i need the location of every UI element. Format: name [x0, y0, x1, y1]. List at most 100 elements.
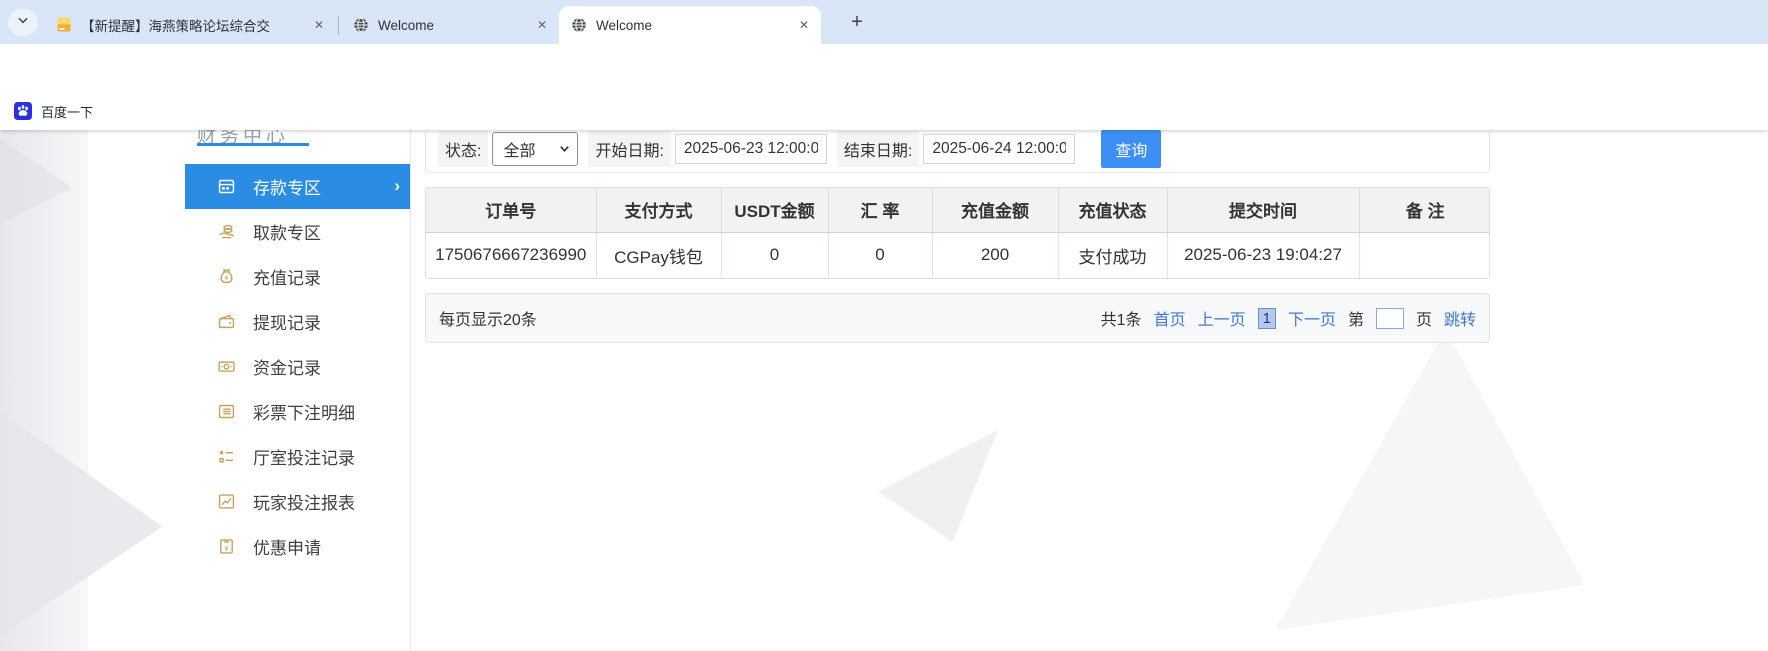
sidebar-item-withdraw[interactable]: 取款专区: [185, 209, 410, 254]
chevron-right-icon: ›: [394, 175, 400, 195]
page-size-text: 每页显示20条: [439, 312, 537, 329]
column-header: 充值状态: [1057, 188, 1167, 233]
sidebar-item-hall-bet-records[interactable]: 厅室投注记录: [185, 434, 410, 479]
sidebar-item-funds-records[interactable]: 资金记录: [185, 344, 410, 389]
pagination-bar: 每页显示20条 共1条 首页 上一页 1 下一页 第 页 跳转: [425, 293, 1490, 343]
tabs: 【新提醒】海燕策略论坛综合交 ✕ Welcome ✕ Welcome ✕: [44, 6, 821, 44]
sidebar-nav: 存款专区 › 取款专区 ¥ 充值记录提现记录资金记录彩票下注明细 厅室投注记录 玩家投注报表…: [185, 164, 410, 569]
decor-triangle: [1275, 330, 1585, 630]
jump-action-link[interactable]: 跳转: [1444, 306, 1476, 330]
deposit-icon: [217, 177, 236, 196]
sidebar-item-label: 取款专区: [253, 224, 321, 243]
end-date-input[interactable]: [923, 133, 1076, 164]
table-row: 1750676667236990 CGPay钱包 0 0 200 支付成功 2025-06-…: [426, 232, 1489, 278]
globe-icon: [571, 17, 587, 33]
svg-text:¥: ¥: [225, 544, 229, 552]
sidebar-item-label: 彩票下注明细: [253, 404, 355, 423]
sidebar-item-player-bet-report[interactable]: 玩家投注报表: [185, 479, 410, 524]
table-cell: 1750676667236990: [426, 232, 596, 278]
sidebar-item-label: 厅室投注记录: [253, 449, 355, 468]
tab-strip: 【新提醒】海燕策略论坛综合交 ✕ Welcome ✕ Welcome ✕ +: [0, 0, 1768, 44]
browser-chrome: 【新提醒】海燕策略论坛综合交 ✕ Welcome ✕ Welcome ✕ + js13.c…: [0, 0, 1768, 130]
jump-prefix-label: 第: [1347, 312, 1364, 329]
sidebar-item-deposit[interactable]: 存款专区 ›: [185, 164, 410, 209]
sidebar-item-recharge-records[interactable]: ¥ 充值记录: [185, 254, 410, 299]
sidebar-item-label: 玩家投注报表: [253, 494, 355, 513]
bookmark-baidu[interactable]: 百度一下: [14, 102, 93, 121]
jump-suffix-label: 页: [1415, 312, 1432, 329]
column-header: 汇 率: [827, 188, 932, 233]
tab-title: Welcome: [378, 17, 435, 33]
current-page-indicator[interactable]: 1: [1257, 307, 1276, 329]
prev-page-link[interactable]: 上一页: [1198, 306, 1246, 330]
baidu-paw-icon: [14, 102, 32, 120]
column-header: USDT金额: [720, 188, 828, 233]
tab-close-icon[interactable]: ✕: [310, 16, 328, 34]
banknote-icon: [217, 357, 236, 376]
forum-favicon-icon: [56, 17, 72, 33]
records-table: 订单号 支付方式 USDT金额汇 率充值金额 充值状态 提交时间备 注 17506766…: [426, 188, 1489, 278]
pagination-controls: 共1条 首页 上一页 1 下一页 第 页 跳转: [1101, 306, 1476, 330]
browser-tab[interactable]: Welcome ✕: [341, 6, 559, 44]
chevron-down-icon: [16, 13, 30, 32]
column-header: 备 注: [1358, 188, 1489, 233]
sidebar-item-lottery-bet-detail[interactable]: 彩票下注明细: [185, 389, 410, 434]
table-cell: 0: [720, 232, 828, 278]
plus-icon: +: [851, 10, 863, 33]
main-content: 状态: 全部 开始日期: 结束日期: 查询 订单号支付方式USDT金额汇: [425, 130, 1490, 343]
svg-text:¥: ¥: [225, 275, 229, 282]
sidebar-heading-underline: [197, 143, 309, 146]
table-header-row: 订单号 支付方式 USDT金额汇 率充值金额 充值状态 提交时间备 注: [426, 188, 1489, 233]
sidebar: 财务中心 存款专区 › 取款专区 ¥ 充值记录提现记录资金记录彩票下注明细 厅室投注记录玩…: [185, 130, 411, 651]
sidebar-heading: 财务中心: [197, 130, 290, 143]
sidebar-item-label: 提现记录: [253, 314, 321, 333]
column-header: 支付方式: [595, 188, 721, 233]
browser-tab[interactable]: 【新提醒】海燕策略论坛综合交 ✕: [44, 6, 336, 44]
sidebar-item-promo-apply[interactable]: ¥ 优惠申请: [185, 524, 410, 569]
records-table-container: 订单号 支付方式 USDT金额汇 率充值金额 充值状态 提交时间备 注 17506766…: [425, 187, 1490, 279]
sidebar-item-withdrawal-records[interactable]: 提现记录: [185, 299, 410, 344]
tab-separator: [338, 15, 339, 35]
table-cell: 支付成功: [1057, 232, 1167, 278]
list-squares-icon: [217, 447, 236, 466]
bookmarks-bar: 百度一下: [0, 92, 1768, 130]
table-cell: CGPay钱包: [595, 232, 721, 278]
status-select[interactable]: 全部: [492, 131, 579, 166]
withdraw-icon: [217, 222, 236, 241]
sidebar-item-label: 充值记录: [253, 269, 321, 288]
column-header: 充值金额: [931, 188, 1058, 233]
moneybag-icon: ¥: [217, 267, 236, 286]
sidebar-heading-clipped: 财务中心: [197, 130, 357, 143]
tab-search-button[interactable]: [8, 9, 38, 36]
browser-tab[interactable]: Welcome ✕: [559, 6, 821, 44]
chart-icon: [217, 492, 236, 511]
new-tab-button[interactable]: +: [845, 10, 869, 34]
tab-title: Welcome: [596, 17, 653, 33]
table-body: 1750676667236990 CGPay钱包 0 0 200 支付成功 2025-06-…: [426, 232, 1489, 278]
start-date-input[interactable]: [674, 133, 827, 164]
browser-toolbar: js13.cc/hhcp/usercenter.html?iniType=2: [0, 44, 1768, 129]
filter-bar: 状态: 全部 开始日期: 结束日期: 查询: [425, 130, 1490, 173]
sidebar-item-label: 资金记录: [253, 359, 321, 378]
first-page-link[interactable]: 首页: [1154, 306, 1186, 330]
browser-window: 【新提醒】海燕策略论坛综合交 ✕ Welcome ✕ Welcome ✕ + js13.c…: [0, 0, 1768, 651]
column-header: 订单号: [426, 188, 596, 233]
globe-icon: [353, 17, 369, 33]
ticket-icon: ¥: [217, 537, 236, 556]
end-date-label: 结束日期:: [836, 130, 920, 167]
page-jump-input[interactable]: [1375, 307, 1404, 329]
table-cell: [1358, 232, 1489, 278]
status-label: 状态:: [438, 130, 489, 167]
select-chevron-icon: [560, 146, 570, 153]
bookmark-label: 百度一下: [41, 104, 94, 120]
table-cell: 0: [827, 232, 932, 278]
tab-close-icon[interactable]: ✕: [533, 16, 551, 34]
next-page-link[interactable]: 下一页: [1288, 306, 1336, 330]
start-date-label: 开始日期:: [588, 130, 671, 167]
table-cell: 200: [931, 232, 1058, 278]
search-button[interactable]: 查询: [1101, 130, 1162, 168]
total-count-text: 共1条: [1100, 312, 1142, 329]
decor-triangle: [878, 430, 998, 542]
tab-close-icon[interactable]: ✕: [795, 16, 813, 34]
sidebar-item-label: 优惠申请: [253, 539, 321, 558]
